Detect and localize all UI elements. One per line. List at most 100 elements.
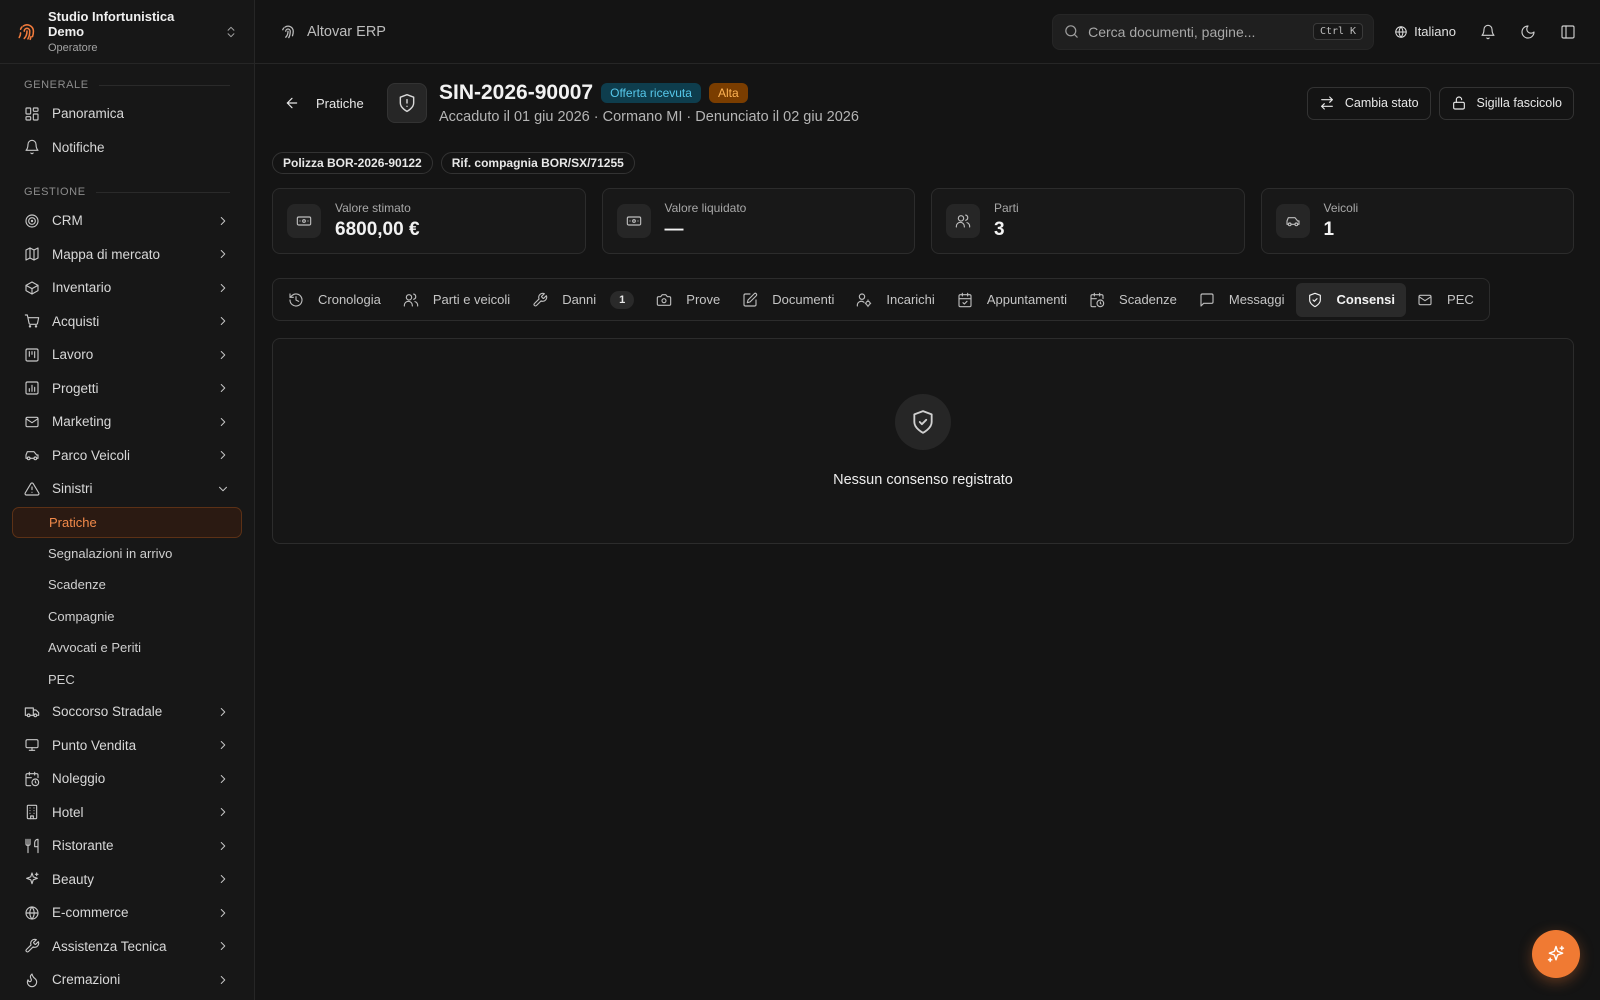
case-header: Pratiche SIN-2026-90007 Offerta ricevuta… [272,79,1574,127]
truck-icon [24,707,40,717]
arrows-swap-icon [1320,96,1333,110]
chevron-right-icon [220,283,226,292]
sidebar-item-cremazioni[interactable]: Cremazioni [0,963,254,997]
sparkles-icon [1547,945,1565,963]
change-status-button[interactable]: Cambia stato [1306,86,1431,120]
sidebar-item-progetti[interactable]: Progetti [0,372,254,406]
tab-pec[interactable]: PEC [1406,283,1485,317]
case-id: SIN-2026-90007 [439,81,594,104]
stat-label: Valore stimato [335,201,411,215]
bell-icon [25,140,39,155]
sidebar-subitem-segnalazioni[interactable]: Segnalazioni in arrivo [0,538,254,570]
car-icon [1285,217,1300,227]
sidebar-item-lavoro[interactable]: Lavoro [0,338,254,372]
search-placeholder: Cerca documenti, pagine... [1088,23,1256,40]
seal-file-button[interactable]: Sigilla fascicolo [1438,86,1574,120]
tab-parti-veicoli[interactable]: Parti e veicoli [392,283,521,317]
mail-icon [25,416,39,427]
stat-card-estimated: Valore stimato 6800,00 € [272,188,586,254]
sidebar-item-notifiche[interactable]: Notifiche [0,131,254,165]
sidebar-subitem-pec[interactable]: PEC [0,664,254,696]
workspace-name: Studio Infortunistica Demo [48,9,175,39]
lock-icon [1452,96,1465,110]
utensils-icon [25,838,39,853]
tab-prove[interactable]: Prove [645,283,731,317]
stat-value: 3 [994,219,1005,240]
main-content: Pratiche SIN-2026-90007 Offerta ricevuta… [255,64,1600,1000]
warning-icon [24,482,40,496]
section-label-management: GESTIONE [0,183,254,201]
sidebar-subitem-scadenze[interactable]: Scadenze [0,569,254,601]
calendar-clock-icon [25,771,40,786]
tab-documenti[interactable]: Documenti [731,283,845,317]
tab-cronologia[interactable]: Cronologia [277,283,392,317]
globe-icon [1395,25,1407,38]
back-button[interactable]: Pratiche [272,95,387,111]
search-icon [1065,25,1078,38]
bell-icon[interactable] [1480,24,1496,40]
sidebar-item-beauty[interactable]: Beauty [0,863,254,897]
tab-incarichi[interactable]: Incarichi [845,283,945,317]
edit-icon [743,292,758,307]
chevrons-up-down-icon [227,26,235,37]
sidebar-item-inventario[interactable]: Inventario [0,271,254,305]
case-subtitle: Accaduto il 01 giu 2026 · Cormano MI · D… [439,109,859,125]
tab-scadenze[interactable]: Scadenze [1078,283,1188,317]
chevron-right-icon [220,942,226,951]
moon-icon[interactable] [1520,24,1536,40]
tab-messaggi[interactable]: Messaggi [1188,283,1296,317]
box-icon [25,281,39,295]
app-title-text: Altovar ERP [307,23,386,40]
status-badge: Offerta ricevuta [601,83,701,103]
sidebar-item-hotel[interactable]: Hotel [0,796,254,830]
sidebar-item-e-commerce[interactable]: E-commerce [0,896,254,930]
tab-danni[interactable]: Danni 1 [521,283,645,317]
chevron-right-icon [220,774,226,783]
chevron-right-icon [220,350,226,359]
sidebar-item-sinistri[interactable]: Sinistri [0,472,254,506]
flame-icon [26,973,38,987]
ai-assistant-button[interactable] [1532,930,1580,978]
sidebar-subitem-compagnie[interactable]: Compagnie [0,601,254,633]
sidebar-item-crm[interactable]: CRM [0,204,254,238]
sidebar-item-assistenza-tecnica[interactable]: Assistenza Tecnica [0,930,254,964]
cart-icon [24,314,40,328]
tab-appuntamenti[interactable]: Appuntamenti [946,283,1078,317]
kanban-icon [25,348,39,362]
reference-chips: Polizza BOR-2026-90122 Rif. compagnia BO… [272,152,1574,174]
sidebar-item-acquisti[interactable]: Acquisti [0,305,254,339]
section-label-general: GENERALE [0,76,254,94]
sidebar-subitem-pratiche[interactable]: Pratiche [12,506,242,538]
workspace-switcher[interactable]: Studio Infortunistica Demo Operatore [0,0,254,64]
chevron-right-icon [220,908,226,917]
sparkles-icon [26,872,39,885]
sidebar-item-noleggio[interactable]: Noleggio [0,762,254,796]
message-icon [1200,292,1214,307]
tab-consensi[interactable]: Consensi [1295,282,1407,317]
car-icon [25,451,39,461]
sidebar-item-parco-veicoli[interactable]: Parco Veicoli [0,439,254,473]
banknote-icon [626,216,641,226]
sidebar-item-soccorso-stradale[interactable]: Soccorso Stradale [0,695,254,729]
stat-label: Valore liquidato [664,201,747,215]
language-label: Italiano [1414,24,1456,39]
chevron-right-icon [220,841,226,850]
sidebar-item-mappa-di-mercato[interactable]: Mappa di mercato [0,238,254,272]
sidebar-item-panoramica[interactable]: Panoramica [0,97,254,131]
sidebar-toggle-icon[interactable] [1560,24,1576,40]
sidebar-subitem-avvocati-periti[interactable]: Avvocati e Periti [0,632,254,664]
language-selector[interactable]: Italiano [1394,24,1456,39]
chevron-right-icon [220,975,226,984]
sidebar-item-marketing[interactable]: Marketing [0,405,254,439]
stats-row: Valore stimato 6800,00 € Valore liquidato… [272,188,1574,254]
sidebar-item-punto-vendita[interactable]: Punto Vendita [0,729,254,763]
sidebar-item-ristorante[interactable]: Ristorante [0,829,254,863]
map-icon [25,247,39,261]
users-icon [403,293,419,307]
chevron-right-icon [220,216,226,225]
search-input[interactable]: Cerca documenti, pagine... Ctrl K [1052,13,1375,50]
user-cog-icon [857,292,872,307]
arrow-left-icon [286,97,298,109]
stat-value: 6800,00 € [335,219,420,240]
wrench-icon [533,292,548,306]
